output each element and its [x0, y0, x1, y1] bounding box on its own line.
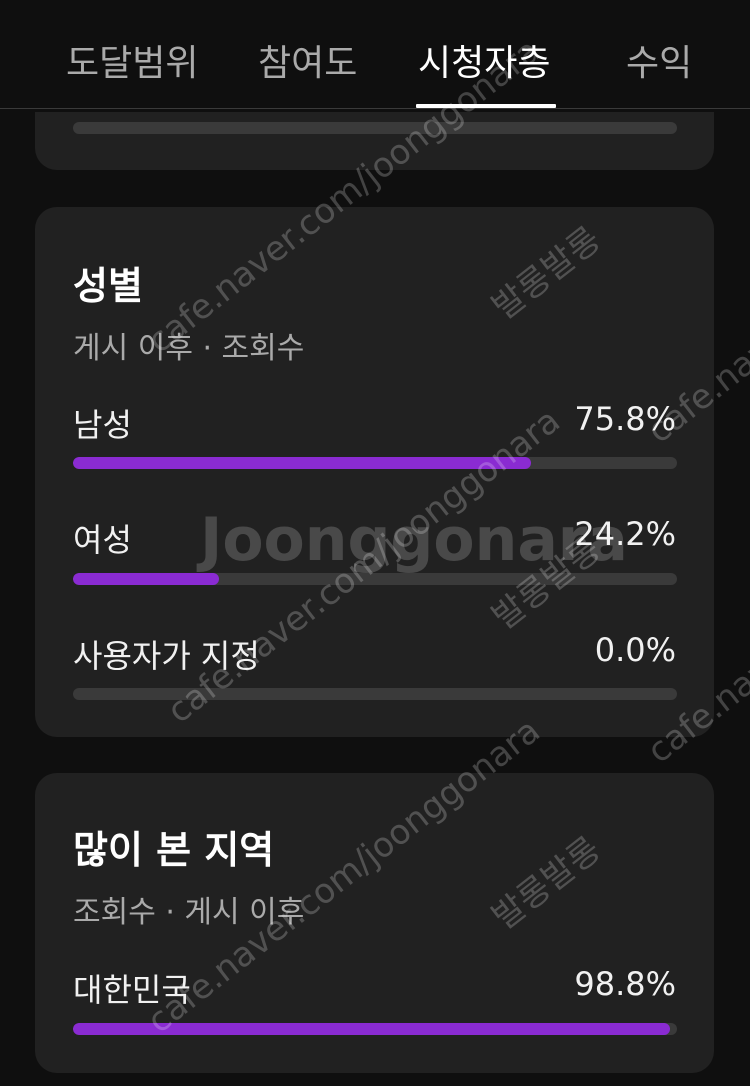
gender-row-label-male: 남성 [73, 406, 132, 444]
tab-reach[interactable]: 도달범위 [66, 34, 198, 86]
gender-row-value-male: 75.8% [574, 400, 676, 438]
gender-row-value-user-specified: 0.0% [594, 631, 676, 669]
region-card-title: 많이 본 지역 [73, 828, 275, 872]
tab-engagement[interactable]: 참여도 [258, 34, 357, 86]
gender-bar-track-user-specified [73, 688, 677, 700]
region-bar-fill-korea [73, 1023, 670, 1035]
region-card: 많이 본 지역 조회수 · 게시 이후 대한민국 98.8% [35, 773, 714, 1073]
gender-bar-fill-male [73, 457, 531, 469]
tab-bar: 도달범위 참여도 시청자층 수익 [0, 0, 750, 109]
gender-bar-track-female [73, 573, 677, 585]
gender-card-subtitle: 게시 이후 · 조회수 [73, 331, 305, 366]
previous-card [35, 112, 714, 170]
region-card-subtitle: 조회수 · 게시 이후 [73, 895, 305, 930]
tab-revenue[interactable]: 수익 [626, 34, 692, 86]
gender-row-label-female: 여성 [73, 521, 132, 559]
previous-card-bar-track [73, 122, 677, 134]
gender-card-title: 성별 [73, 264, 143, 308]
region-bar-track-korea [73, 1023, 677, 1035]
gender-row-label-user-specified: 사용자가 지정 [73, 637, 260, 675]
gender-bar-fill-female [73, 573, 220, 585]
gender-row-value-female: 24.2% [574, 515, 676, 553]
gender-card: 성별 게시 이후 · 조회수 남성 75.8% 여성 24.2% 사용자가 지정… [35, 207, 714, 737]
active-tab-indicator [416, 104, 556, 108]
gender-bar-track-male [73, 457, 677, 469]
region-row-value-korea: 98.8% [574, 965, 676, 1003]
tab-audience[interactable]: 시청자층 [418, 34, 550, 86]
region-row-label-korea: 대한민국 [73, 971, 191, 1009]
